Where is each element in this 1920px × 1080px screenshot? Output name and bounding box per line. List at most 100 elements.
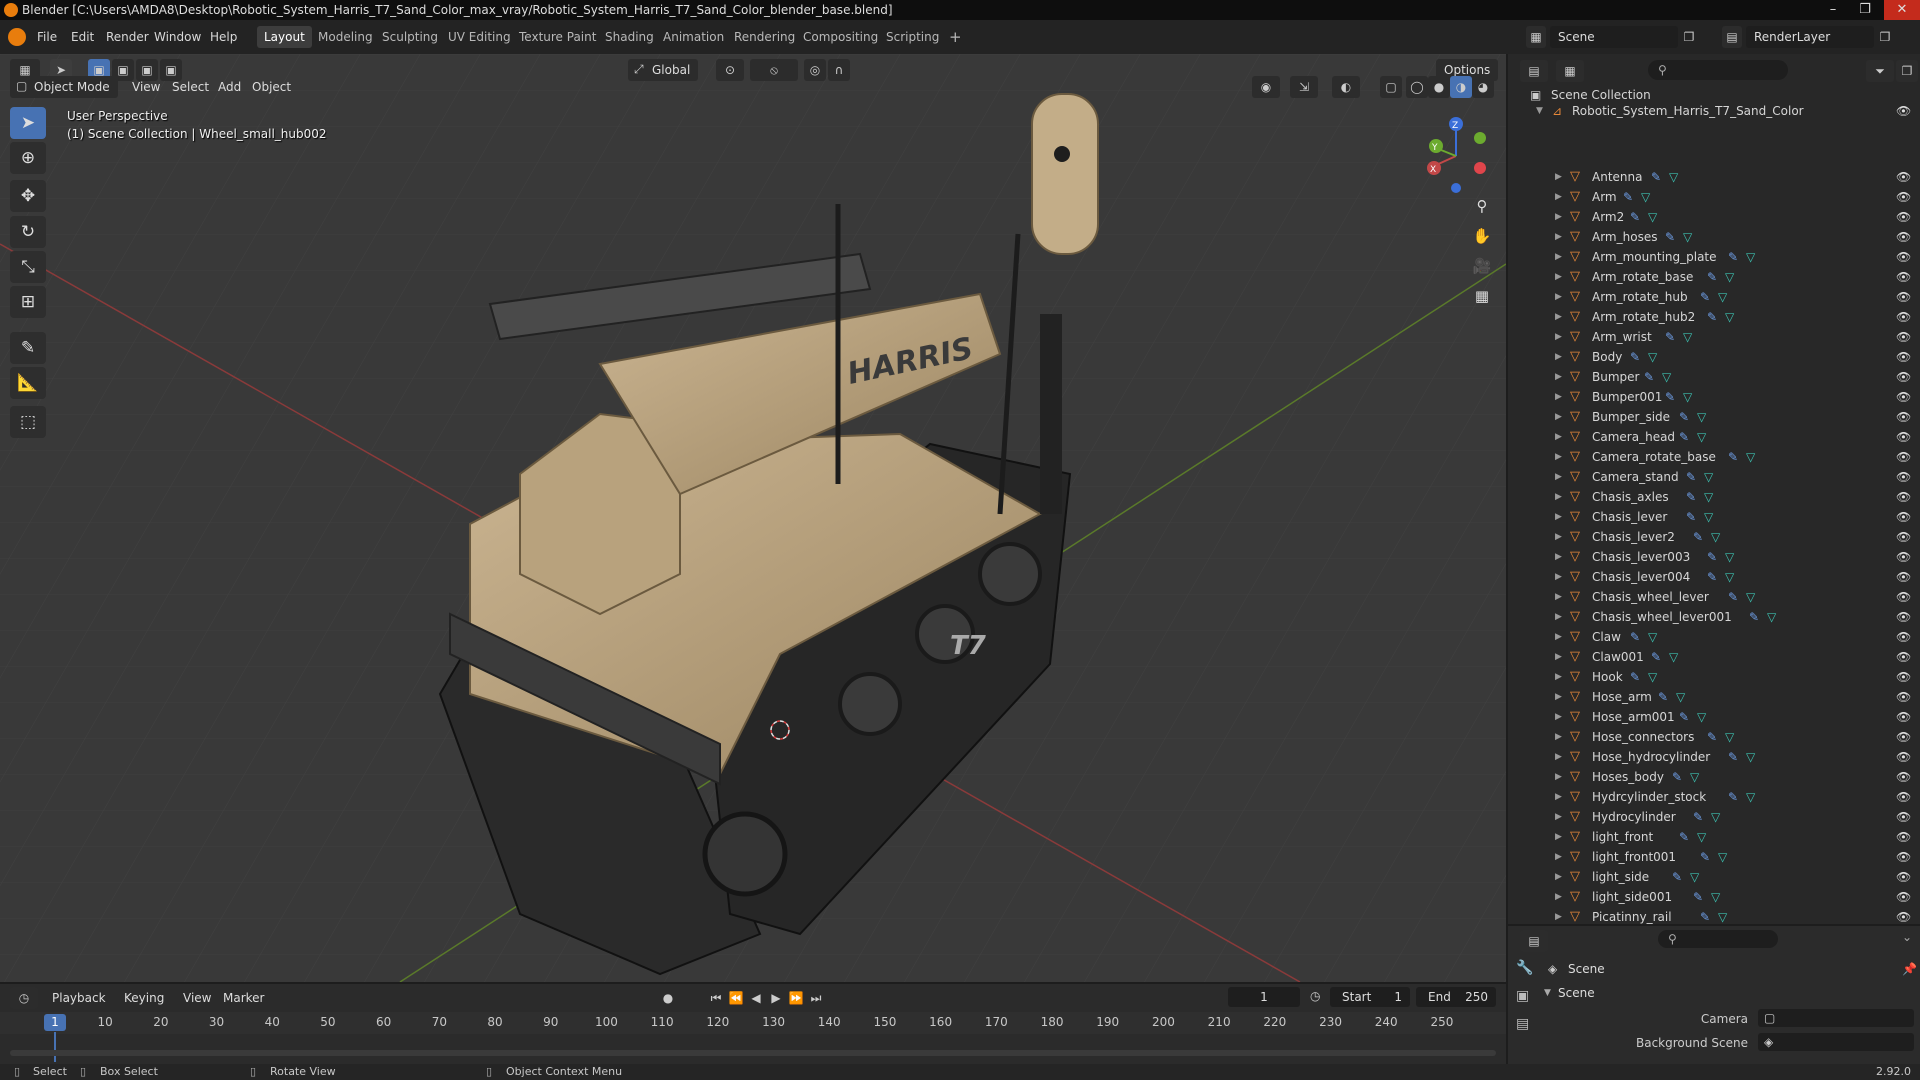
expand-arrow-icon[interactable]: ▶	[1555, 347, 1562, 367]
visibility-eye-icon[interactable]: 👁	[1896, 427, 1911, 447]
modifier-wrench-icon[interactable]: ✎	[1651, 167, 1661, 187]
tab-layout[interactable]: Layout	[257, 26, 312, 48]
visibility-eye-icon[interactable]: 👁	[1896, 867, 1911, 887]
menu-select[interactable]: Select	[172, 76, 209, 98]
visibility-eye-icon[interactable]: 👁	[1896, 787, 1911, 807]
mesh-data-icon[interactable]: ▽	[1711, 807, 1720, 827]
collection-row[interactable]: ▼ ⊿ Robotic_System_Harris_T7_Sand_Color …	[1508, 101, 1920, 121]
menu-window[interactable]: Window	[149, 28, 206, 46]
preview-range-icon[interactable]: ◷	[1310, 989, 1320, 1003]
expand-arrow-icon[interactable]: ▶	[1555, 567, 1562, 587]
outliner-item[interactable]: ▶ ▽ Arm_rotate_base ✎ ▽ 👁	[1508, 267, 1920, 287]
modifier-wrench-icon[interactable]: ✎	[1630, 627, 1640, 647]
outliner-item[interactable]: ▶ ▽ Picatinny_rail ✎ ▽ 👁	[1508, 907, 1920, 924]
tab-shading[interactable]: Shading	[598, 26, 661, 48]
tab-sculpting[interactable]: Sculpting	[375, 26, 445, 48]
mesh-data-icon[interactable]: ▽	[1683, 387, 1692, 407]
modifier-wrench-icon[interactable]: ✎	[1700, 287, 1710, 307]
end-frame-field[interactable]: End 250	[1416, 987, 1496, 1007]
visibility-eye-icon[interactable]: 👁	[1896, 747, 1911, 767]
outliner-item[interactable]: ▶ ▽ Chasis_lever003 ✎ ▽ 👁	[1508, 547, 1920, 567]
visibility-eye-icon[interactable]: 👁	[1896, 407, 1911, 427]
modifier-wrench-icon[interactable]: ✎	[1665, 227, 1675, 247]
modifier-wrench-icon[interactable]: ✎	[1728, 247, 1738, 267]
properties-editor-type-icon[interactable]: ▤	[1520, 930, 1548, 952]
modifier-wrench-icon[interactable]: ✎	[1679, 407, 1689, 427]
background-scene-field[interactable]: ◈	[1758, 1033, 1914, 1051]
modifier-wrench-icon[interactable]: ✎	[1707, 547, 1717, 567]
expand-arrow-icon[interactable]: ▶	[1555, 827, 1562, 847]
outliner-item[interactable]: ▶ ▽ Hydrcylinder_stock ✎ ▽ 👁	[1508, 787, 1920, 807]
outliner-editor-type-icon[interactable]: ▤	[1520, 60, 1548, 82]
modifier-wrench-icon[interactable]: ✎	[1728, 747, 1738, 767]
visibility-eye-icon[interactable]: 👁	[1896, 727, 1911, 747]
visibility-eye-icon[interactable]: 👁	[1896, 707, 1911, 727]
expand-arrow-icon[interactable]: ▶	[1555, 607, 1562, 627]
mesh-data-icon[interactable]: ▽	[1746, 787, 1755, 807]
expand-arrow-icon[interactable]: ▶	[1555, 507, 1562, 527]
mesh-data-icon[interactable]: ▽	[1641, 187, 1650, 207]
outliner-item[interactable]: ▶ ▽ Arm2 ✎ ▽ 👁	[1508, 207, 1920, 227]
expand-arrow-icon[interactable]: ▶	[1555, 287, 1562, 307]
expand-arrow-icon[interactable]: ▶	[1555, 867, 1562, 887]
timeline-scrollbar[interactable]	[10, 1050, 1496, 1056]
visibility-eye-icon[interactable]: 👁	[1896, 507, 1911, 527]
tab-modeling[interactable]: Modeling	[311, 26, 380, 48]
outliner-item[interactable]: ▶ ▽ Bumper_side ✎ ▽ 👁	[1508, 407, 1920, 427]
visibility-eye-icon[interactable]: 👁	[1896, 167, 1911, 187]
material-shading-icon[interactable]: ◑	[1450, 76, 1472, 98]
modifier-wrench-icon[interactable]: ✎	[1700, 907, 1710, 924]
mesh-data-icon[interactable]: ▽	[1767, 607, 1776, 627]
expand-arrow-icon[interactable]: ▶	[1555, 787, 1562, 807]
expand-arrow-icon[interactable]: ▶	[1555, 187, 1562, 207]
collection-expand-arrow[interactable]: ▼	[1536, 101, 1543, 121]
scene-panel-header[interactable]: Scene	[1558, 986, 1595, 1000]
tool-measure[interactable]: 📐	[10, 367, 46, 399]
visibility-eye-icon[interactable]: 👁	[1896, 327, 1911, 347]
visibility-eye-icon[interactable]: 👁	[1896, 287, 1911, 307]
expand-arrow-icon[interactable]: ▶	[1555, 907, 1562, 924]
expand-arrow-icon[interactable]: ▶	[1555, 687, 1562, 707]
menu-keying[interactable]: Keying	[124, 987, 164, 1009]
outliner-item[interactable]: ▶ ▽ Antenna ✎ ▽ 👁	[1508, 167, 1920, 187]
outliner-panel[interactable]: ▤ ▦ ⚲ ⏷ ❐ ▣ Scene Collection ▼ ⊿ Robotic…	[1508, 54, 1920, 924]
mesh-data-icon[interactable]: ▽	[1697, 827, 1706, 847]
playhead-line[interactable]	[54, 1032, 56, 1062]
camera-view-icon[interactable]: 🎥	[1468, 252, 1496, 280]
modifier-wrench-icon[interactable]: ✎	[1679, 827, 1689, 847]
modifier-wrench-icon[interactable]: ✎	[1623, 187, 1633, 207]
visibility-eye-icon[interactable]: 👁	[1896, 247, 1911, 267]
mesh-data-icon[interactable]: ▽	[1683, 327, 1692, 347]
display-mode-icon[interactable]: ▦	[1556, 60, 1584, 82]
tool-add-cube[interactable]: ⬚	[10, 406, 46, 438]
mesh-data-icon[interactable]: ▽	[1725, 267, 1734, 287]
menu-playback[interactable]: Playback	[52, 987, 106, 1009]
mesh-data-icon[interactable]: ▽	[1704, 507, 1713, 527]
modifier-wrench-icon[interactable]: ✎	[1630, 667, 1640, 687]
mesh-data-icon[interactable]: ▽	[1648, 667, 1657, 687]
tool-tab-icon[interactable]: 🔧	[1516, 960, 1533, 976]
expand-arrow-icon[interactable]: ▶	[1555, 267, 1562, 287]
modifier-wrench-icon[interactable]: ✎	[1693, 887, 1703, 907]
visibility-eye-icon[interactable]: 👁	[1896, 907, 1911, 924]
visibility-eye-icon[interactable]: 👁	[1896, 547, 1911, 567]
mesh-data-icon[interactable]: ▽	[1746, 247, 1755, 267]
wireframe-shading-icon[interactable]: ◯	[1406, 76, 1428, 98]
expand-arrow-icon[interactable]: ▶	[1555, 367, 1562, 387]
output-tab-icon[interactable]: ▤	[1516, 1016, 1529, 1032]
visibility-eye-icon[interactable]: 👁	[1896, 367, 1911, 387]
expand-arrow-icon[interactable]: ▶	[1555, 547, 1562, 567]
jump-keyframe-forward-icon[interactable]: ⏩	[786, 987, 806, 1009]
expand-arrow-icon[interactable]: ▶	[1555, 167, 1562, 187]
ortho-grid-icon[interactable]: ▦	[1468, 282, 1496, 310]
modifier-wrench-icon[interactable]: ✎	[1707, 727, 1717, 747]
camera-field[interactable]: ▢	[1758, 1009, 1914, 1027]
outliner-item[interactable]: ▶ ▽ Bumper ✎ ▽ 👁	[1508, 367, 1920, 387]
expand-arrow-icon[interactable]: ▶	[1555, 767, 1562, 787]
visibility-eye-icon[interactable]: 👁	[1896, 387, 1911, 407]
neg-z-handle[interactable]	[1451, 183, 1461, 193]
expand-arrow-icon[interactable]: ▶	[1555, 327, 1562, 347]
mesh-data-icon[interactable]: ▽	[1690, 767, 1699, 787]
scene-selector[interactable]: Scene	[1550, 26, 1678, 48]
visibility-eye-icon[interactable]: 👁	[1896, 667, 1911, 687]
